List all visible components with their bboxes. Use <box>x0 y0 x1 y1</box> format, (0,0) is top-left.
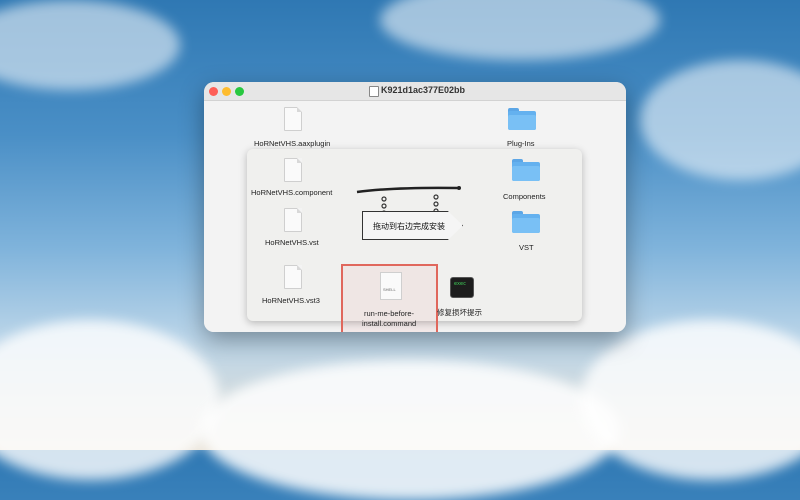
background-cloud <box>0 320 220 480</box>
vst-folder-icon[interactable] <box>512 211 540 233</box>
file-label-vst3[interactable]: HoRNetVHS.vst3 <box>262 296 320 305</box>
exec-badge: exec <box>454 281 467 287</box>
plugin-file-icon[interactable] <box>284 107 302 131</box>
background-cloud <box>380 0 660 60</box>
folder-label-vst[interactable]: VST <box>519 243 534 252</box>
folder-label-components[interactable]: Components <box>503 192 546 201</box>
background-cloud <box>580 320 800 480</box>
components-folder-icon[interactable] <box>512 159 540 181</box>
finder-window: K921d1ac377E02bb HoRNetVHS.aaxplugin Plu… <box>204 82 626 332</box>
title-bar[interactable]: K921d1ac377E02bb <box>204 82 626 101</box>
window-content: HoRNetVHS.aaxplugin Plug-Ins HoRNetVHS.c… <box>204 101 626 332</box>
background-cloud <box>0 0 180 90</box>
file-label-component[interactable]: HoRNetVHS.component <box>251 188 332 197</box>
plug-ins-folder-icon[interactable] <box>508 108 536 130</box>
shell-script-icon[interactable]: SHELL <box>380 272 402 300</box>
script-label-line1[interactable]: run-me-before- <box>364 309 414 318</box>
background-cloud <box>200 360 620 500</box>
minimize-button[interactable] <box>222 87 231 96</box>
terminal-exec-icon[interactable]: exec <box>450 277 474 298</box>
vst-file-icon[interactable] <box>284 208 302 232</box>
file-label-vst[interactable]: HoRNetVHS.vst <box>265 238 319 247</box>
script-label-line2[interactable]: install.command <box>362 319 416 328</box>
repair-label[interactable]: 修复损坏提示 <box>437 307 482 318</box>
component-file-icon[interactable] <box>284 158 302 182</box>
close-button[interactable] <box>209 87 218 96</box>
window-title: K921d1ac377E02bb <box>381 85 466 95</box>
disk-image-icon <box>369 86 379 97</box>
shell-badge: SHELL <box>383 287 396 292</box>
zoom-button[interactable] <box>235 87 244 96</box>
sign-label: 拖动到右边完成安装 <box>373 222 445 231</box>
vst3-file-icon[interactable] <box>284 265 302 289</box>
folder-label-plug-ins[interactable]: Plug-Ins <box>507 139 535 148</box>
background-cloud <box>640 60 800 180</box>
file-label-aaxplugin[interactable]: HoRNetVHS.aaxplugin <box>254 139 330 148</box>
